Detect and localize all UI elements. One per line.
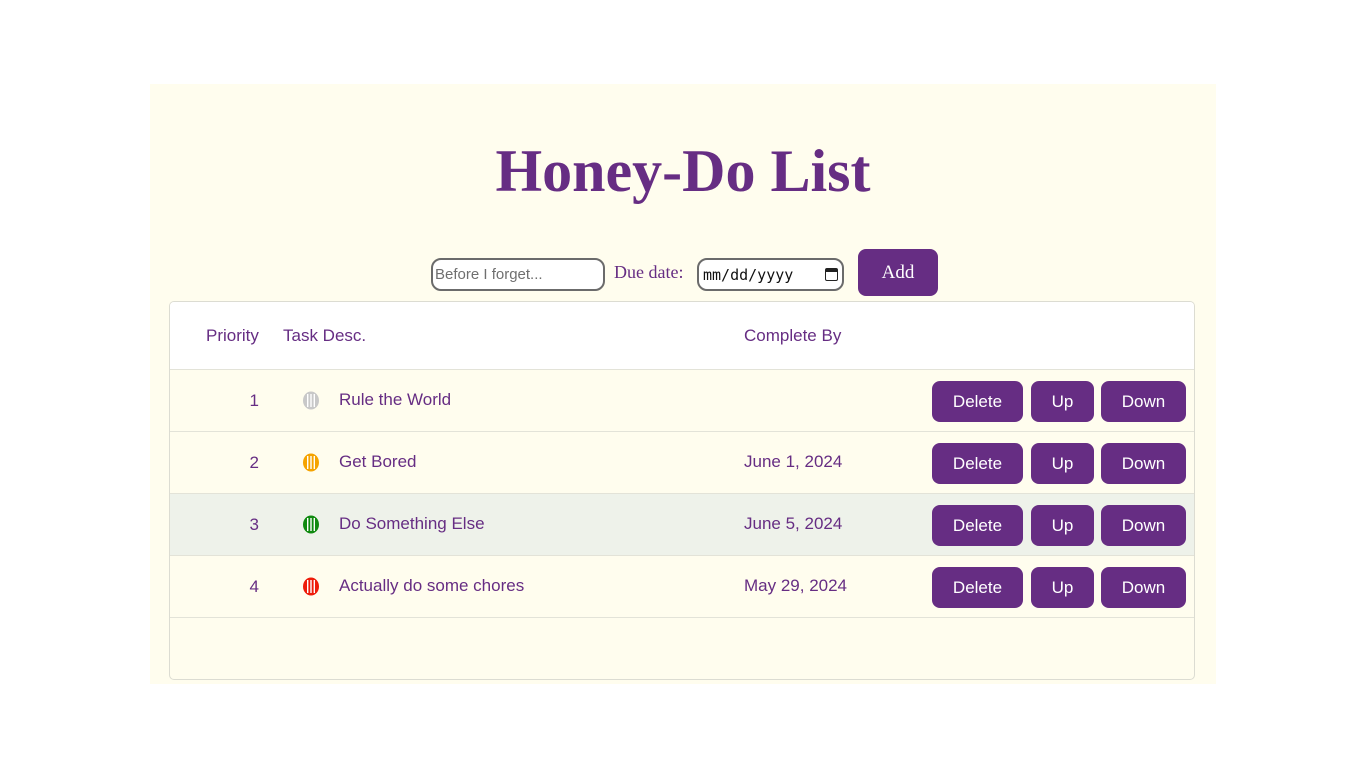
up-button[interactable]: Up (1031, 443, 1094, 484)
table-row: 1 Rule the World Delete Up Down (170, 370, 1194, 432)
date-placeholder: mm/dd/yyyy (703, 265, 794, 284)
down-button[interactable]: Down (1101, 381, 1186, 422)
header-task-desc: Task Desc. (283, 326, 367, 345)
table-row: 4 Actually do some chores May 29, 2024 D… (170, 556, 1194, 618)
striped-circle-icon (303, 391, 319, 410)
row-priority: 1 (249, 391, 259, 410)
header-complete-by: Complete By (744, 326, 842, 345)
due-date-label: Due date: (614, 262, 684, 282)
delete-button[interactable]: Delete (932, 443, 1023, 484)
row-description: Rule the World (339, 390, 452, 409)
add-task-form: Due date: mm/dd/yyyy Add (0, 249, 1366, 297)
calendar-icon[interactable] (825, 268, 838, 281)
task-table: Priority Task Desc. Complete By 1 Rule t… (169, 301, 1195, 680)
row-complete-by: June 5, 2024 (744, 514, 843, 533)
row-priority: 4 (249, 577, 259, 596)
table-row: 2 Get Bored June 1, 2024 Delete Up Down (170, 432, 1194, 494)
up-button[interactable]: Up (1031, 567, 1094, 608)
due-date-input[interactable]: mm/dd/yyyy (697, 258, 844, 291)
task-input[interactable] (431, 258, 605, 291)
delete-button[interactable]: Delete (932, 505, 1023, 546)
row-description: Actually do some chores (339, 576, 525, 595)
row-description: Get Bored (339, 452, 417, 471)
down-button[interactable]: Down (1101, 443, 1186, 484)
up-button[interactable]: Up (1031, 505, 1094, 546)
striped-circle-icon (303, 515, 319, 534)
up-button[interactable]: Up (1031, 381, 1094, 422)
row-complete-by: June 1, 2024 (744, 452, 843, 471)
table-row: 3 Do Something Else June 5, 2024 Delete … (170, 494, 1194, 556)
down-button[interactable]: Down (1101, 505, 1186, 546)
delete-button[interactable]: Delete (932, 567, 1023, 608)
row-description: Do Something Else (339, 514, 485, 533)
striped-circle-icon (303, 577, 319, 596)
down-button[interactable]: Down (1101, 567, 1186, 608)
row-priority: 3 (249, 515, 259, 534)
header-priority: Priority (206, 326, 259, 345)
row-priority: 2 (249, 453, 259, 472)
add-button[interactable]: Add (858, 249, 938, 296)
table-header: Priority Task Desc. Complete By (170, 302, 1194, 370)
striped-circle-icon (303, 453, 319, 472)
delete-button[interactable]: Delete (932, 381, 1023, 422)
row-complete-by: May 29, 2024 (744, 576, 848, 595)
page-title: Honey-Do List (495, 138, 871, 204)
